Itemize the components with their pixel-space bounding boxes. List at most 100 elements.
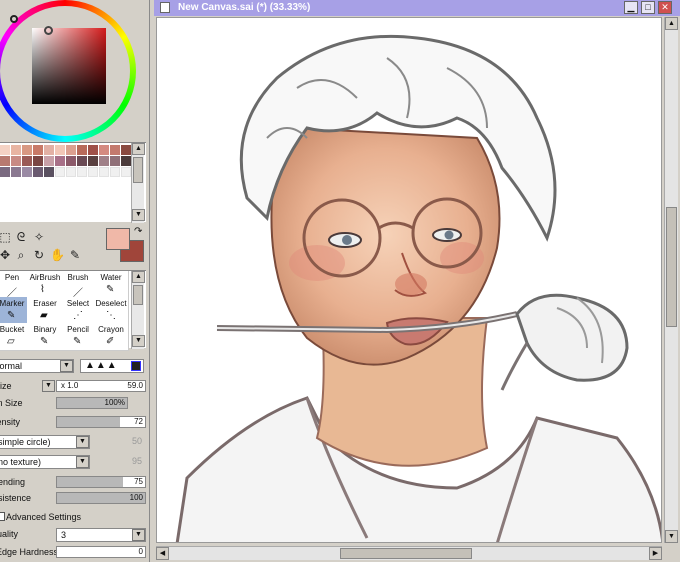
color-swatch[interactable] [66, 145, 76, 155]
color-swatch[interactable] [0, 156, 10, 166]
title-bar[interactable]: New Canvas.sai (*) (33.33%) ▁ □ ✕ [154, 0, 680, 16]
brush-scrollbar[interactable]: ▲ ▼ [131, 271, 145, 349]
magic-wand-icon[interactable]: ✧ [32, 230, 46, 244]
advanced-settings-checkbox[interactable] [0, 512, 5, 521]
color-swatch[interactable] [99, 156, 109, 166]
color-swatch[interactable] [11, 145, 21, 155]
edge-hardness-slider[interactable]: 0 [56, 546, 146, 558]
brush-select[interactable]: Select ⋰ [60, 297, 96, 325]
density-slider[interactable]: 72 [56, 416, 146, 428]
color-swatch[interactable] [99, 145, 109, 155]
color-swatch[interactable] [44, 167, 54, 177]
quality-select[interactable]: 3 ▼ [56, 528, 146, 542]
brush-texture-select[interactable]: (no texture) ▼ [0, 455, 90, 469]
foreground-color-box[interactable] [106, 228, 130, 250]
color-swatch[interactable] [55, 156, 65, 166]
scroll-down-icon[interactable]: ▼ [132, 335, 145, 347]
color-swatch[interactable] [55, 145, 65, 155]
scroll-up-icon[interactable]: ▲ [665, 17, 678, 30]
saturation-value-marker[interactable] [44, 26, 53, 35]
minimize-button[interactable]: ▁ [624, 1, 638, 14]
eyedropper-icon[interactable]: ✎ [68, 248, 82, 262]
color-swatch[interactable] [121, 145, 131, 155]
color-swatch[interactable] [110, 167, 120, 177]
color-swatch[interactable] [33, 167, 43, 177]
scroll-down-icon[interactable]: ▼ [665, 530, 678, 543]
scroll-thumb[interactable] [133, 157, 143, 183]
vertical-scroll-thumb[interactable] [666, 207, 677, 327]
advanced-settings-label[interactable]: Advanced Settings [6, 512, 81, 522]
scroll-up-icon[interactable]: ▲ [132, 143, 145, 155]
color-swatch[interactable] [44, 145, 54, 155]
color-swatch[interactable] [77, 145, 87, 155]
color-swatch[interactable] [33, 156, 43, 166]
brush-shape-square-icon[interactable] [131, 361, 141, 371]
color-swatch[interactable] [77, 156, 87, 166]
color-swatch[interactable] [110, 145, 120, 155]
chevron-down-icon[interactable]: ▼ [132, 529, 145, 541]
color-swatch[interactable] [11, 167, 21, 177]
brush-bucket[interactable]: Bucket ▱ [0, 323, 30, 351]
color-swatch[interactable] [99, 167, 109, 177]
color-swatch[interactable] [22, 167, 32, 177]
color-swatch[interactable] [22, 156, 32, 166]
rotate-icon[interactable]: ↻ [32, 248, 46, 262]
swatch-scrollbar[interactable]: ▲ ▼ [131, 143, 145, 223]
color-swatch[interactable] [66, 156, 76, 166]
brush-airbrush[interactable]: AirBrush ⌇ [27, 271, 63, 299]
color-swatch[interactable] [88, 145, 98, 155]
color-swatch[interactable] [121, 167, 131, 177]
color-swatch[interactable] [121, 156, 131, 166]
canvas-vertical-scrollbar[interactable]: ▲ ▼ [664, 17, 678, 543]
brush-shape-icons[interactable]: ▲▲▲ [85, 360, 118, 371]
swap-colors-icon[interactable]: ↷ [134, 226, 142, 237]
color-swatch[interactable] [88, 167, 98, 177]
select-rect-icon[interactable]: ⬚ [0, 230, 12, 244]
min-size-slider[interactable]: 100% [56, 397, 128, 409]
color-swatch[interactable] [77, 167, 87, 177]
chevron-down-icon[interactable]: ▼ [76, 436, 89, 448]
brush-deselect[interactable]: Deselect ⋱ [93, 297, 129, 325]
brush-brush[interactable]: Brush ／ [60, 271, 96, 299]
hue-marker[interactable] [10, 15, 18, 23]
brush-crayon[interactable]: Crayon ✐ [93, 323, 129, 351]
brush-binary[interactable]: Binary ✎ [27, 323, 63, 351]
brush-pencil[interactable]: Pencil ✎ [60, 323, 96, 351]
horizontal-scroll-thumb[interactable] [340, 548, 472, 559]
size-multiplier-dropdown[interactable]: ▼ [42, 380, 55, 392]
canvas-horizontal-scrollbar[interactable]: ◀ ▶ [156, 546, 662, 560]
brush-shape-presets[interactable]: ▲▲▲ [80, 359, 144, 373]
color-swatch[interactable] [0, 145, 10, 155]
color-swatch[interactable] [44, 156, 54, 166]
close-button[interactable]: ✕ [658, 1, 672, 14]
scroll-down-icon[interactable]: ▼ [132, 209, 145, 221]
color-swatch[interactable] [33, 145, 43, 155]
lasso-icon[interactable]: ᘓ [14, 230, 28, 244]
scroll-up-icon[interactable]: ▲ [132, 271, 145, 283]
brush-water[interactable]: Water ✎ [93, 271, 129, 299]
blending-slider[interactable]: 75 [56, 476, 146, 488]
zoom-icon[interactable]: ⌕ [14, 248, 28, 262]
scroll-left-icon[interactable]: ◀ [156, 547, 169, 560]
saturation-value-square[interactable] [32, 28, 106, 104]
chevron-down-icon[interactable]: ▼ [60, 360, 73, 372]
hand-icon[interactable]: ✋ [50, 248, 65, 262]
scroll-right-icon[interactable]: ▶ [649, 547, 662, 560]
color-swatch[interactable] [110, 156, 120, 166]
brush-pen[interactable]: Pen ／ [0, 271, 30, 299]
brush-shape-select[interactable]: (simple circle) ▼ [0, 435, 90, 449]
restore-button[interactable]: □ [641, 1, 655, 14]
persistence-slider[interactable]: 100 [56, 492, 146, 504]
brush-eraser[interactable]: Eraser ▰ [27, 297, 63, 325]
size-slider[interactable]: x 1.0 59.0 [56, 380, 146, 392]
brush-marker[interactable]: Marker ✎ [0, 297, 30, 325]
blend-mode-select[interactable]: Normal ▼ [0, 359, 74, 373]
color-swatch[interactable] [11, 156, 21, 166]
move-icon[interactable]: ✥ [0, 248, 12, 262]
color-swatch[interactable] [22, 145, 32, 155]
drawing-canvas[interactable] [156, 17, 662, 543]
color-swatch[interactable] [55, 167, 65, 177]
color-swatch[interactable] [0, 167, 10, 177]
color-swatch[interactable] [88, 156, 98, 166]
scroll-thumb[interactable] [133, 285, 143, 305]
